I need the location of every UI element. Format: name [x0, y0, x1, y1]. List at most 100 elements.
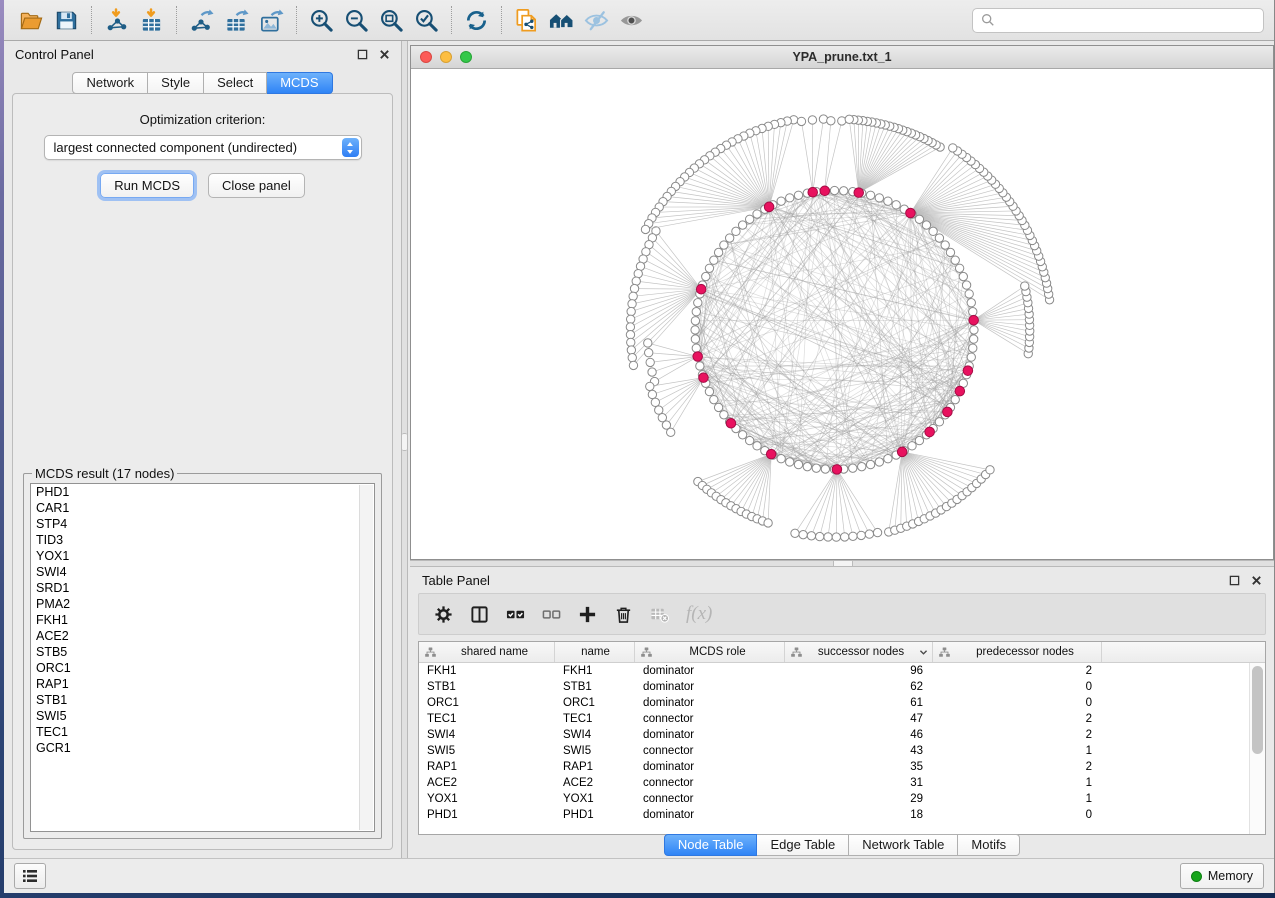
network-node[interactable]	[777, 197, 785, 205]
dominator-node[interactable]	[820, 186, 830, 196]
network-node[interactable]	[738, 431, 746, 439]
network-node[interactable]	[1021, 282, 1029, 290]
network-node[interactable]	[915, 436, 923, 444]
vertical-splitter[interactable]	[401, 41, 408, 858]
network-node[interactable]	[946, 248, 954, 256]
dominator-node[interactable]	[897, 447, 907, 457]
splitter-grip[interactable]	[833, 561, 853, 566]
network-node[interactable]	[808, 116, 816, 124]
network-node[interactable]	[865, 530, 873, 538]
table-row[interactable]: ORC1ORC1dominator610	[419, 695, 1265, 711]
close-panel-button[interactable]: Close panel	[208, 173, 305, 198]
network-node[interactable]	[645, 349, 653, 357]
network-node[interactable]	[791, 529, 799, 537]
network-node[interactable]	[630, 284, 638, 292]
network-node[interactable]	[858, 462, 866, 470]
network-node[interactable]	[986, 466, 994, 474]
list-item[interactable]: STP4	[31, 516, 374, 532]
tab-mcds[interactable]: MCDS	[267, 72, 332, 94]
network-node[interactable]	[941, 241, 949, 249]
list-scrollbar[interactable]	[359, 485, 373, 830]
network-node[interactable]	[962, 281, 970, 289]
network-node[interactable]	[627, 346, 635, 354]
network-node[interactable]	[627, 307, 635, 315]
network-node[interactable]	[929, 227, 937, 235]
table-row[interactable]: SWI5SWI5connector431	[419, 743, 1265, 759]
list-item[interactable]: FKH1	[31, 612, 374, 628]
duplicate-network-button[interactable]	[509, 4, 544, 36]
network-node[interactable]	[725, 234, 733, 242]
splitter-grip[interactable]	[402, 433, 407, 451]
network-node[interactable]	[714, 403, 722, 411]
network-node[interactable]	[667, 428, 675, 436]
network-node[interactable]	[951, 395, 959, 403]
refresh-view-button[interactable]	[459, 4, 494, 36]
scrollbar-thumb[interactable]	[1252, 666, 1263, 754]
network-node[interactable]	[777, 455, 785, 463]
add-column-button[interactable]	[578, 605, 597, 624]
network-node[interactable]	[959, 272, 967, 280]
dominator-node[interactable]	[854, 188, 864, 198]
network-node[interactable]	[816, 532, 824, 540]
tab-style[interactable]: Style	[148, 72, 204, 94]
network-node[interactable]	[745, 215, 753, 223]
list-item[interactable]: RAP1	[31, 676, 374, 692]
open-file-button[interactable]	[14, 4, 49, 36]
network-node[interactable]	[857, 531, 865, 539]
mcds-result-list[interactable]: PHD1CAR1STP4TID3YOX1SWI4SRD1PMA2FKH1ACE2…	[30, 483, 375, 832]
columns-button[interactable]	[470, 605, 489, 624]
network-node[interactable]	[628, 300, 636, 308]
network-node[interactable]	[705, 387, 713, 395]
tab-network-table[interactable]: Network Table	[849, 834, 958, 856]
task-history-button[interactable]	[14, 863, 46, 889]
dominator-node[interactable]	[955, 386, 965, 396]
list-item[interactable]: ORC1	[31, 660, 374, 676]
table-row[interactable]: YOX1YOX1connector291	[419, 791, 1265, 807]
network-node[interactable]	[629, 361, 637, 369]
list-item[interactable]: STB1	[31, 692, 374, 708]
network-node[interactable]	[969, 308, 977, 316]
network-node[interactable]	[967, 353, 975, 361]
column-header-mcds-role[interactable]: MCDS role	[635, 642, 785, 662]
network-node[interactable]	[753, 210, 761, 218]
tab-select[interactable]: Select	[204, 72, 267, 94]
network-node[interactable]	[691, 326, 699, 334]
dominator-node[interactable]	[906, 208, 916, 218]
list-item[interactable]: TEC1	[31, 724, 374, 740]
network-node[interactable]	[827, 117, 835, 125]
dominator-node[interactable]	[696, 284, 706, 294]
list-item[interactable]: TID3	[31, 532, 374, 548]
save-session-button[interactable]	[49, 4, 84, 36]
network-node[interactable]	[691, 335, 699, 343]
memory-button[interactable]: Memory	[1180, 863, 1264, 889]
export-image-button[interactable]	[254, 4, 289, 36]
network-node[interactable]	[696, 362, 704, 370]
close-window-icon[interactable]	[420, 51, 432, 63]
network-node[interactable]	[955, 264, 963, 272]
network-node[interactable]	[845, 115, 853, 123]
list-item[interactable]: STB5	[31, 644, 374, 660]
import-table-button[interactable]	[134, 4, 169, 36]
list-item[interactable]: SWI4	[31, 564, 374, 580]
column-header-shared-name[interactable]: shared name	[419, 642, 555, 662]
network-node[interactable]	[838, 117, 846, 125]
network-node[interactable]	[915, 215, 923, 223]
network-node[interactable]	[969, 335, 977, 343]
network-node[interactable]	[786, 458, 794, 466]
search-field[interactable]	[972, 8, 1264, 33]
network-node[interactable]	[627, 338, 635, 346]
zoom-selected-button[interactable]	[409, 4, 444, 36]
list-item[interactable]: PHD1	[31, 484, 374, 500]
list-item[interactable]: SWI5	[31, 708, 374, 724]
network-node[interactable]	[644, 339, 652, 347]
export-network-button[interactable]	[184, 4, 219, 36]
network-node[interactable]	[969, 344, 977, 352]
network-node[interactable]	[824, 533, 832, 541]
run-mcds-button[interactable]: Run MCDS	[100, 173, 194, 198]
network-node[interactable]	[626, 331, 634, 339]
delete-columns-button[interactable]	[614, 605, 633, 624]
network-node[interactable]	[692, 344, 700, 352]
table-row[interactable]: ACE2ACE2connector311	[419, 775, 1265, 791]
table-row[interactable]: TEC1TEC1connector472	[419, 711, 1265, 727]
table-scrollbar[interactable]	[1249, 663, 1265, 834]
